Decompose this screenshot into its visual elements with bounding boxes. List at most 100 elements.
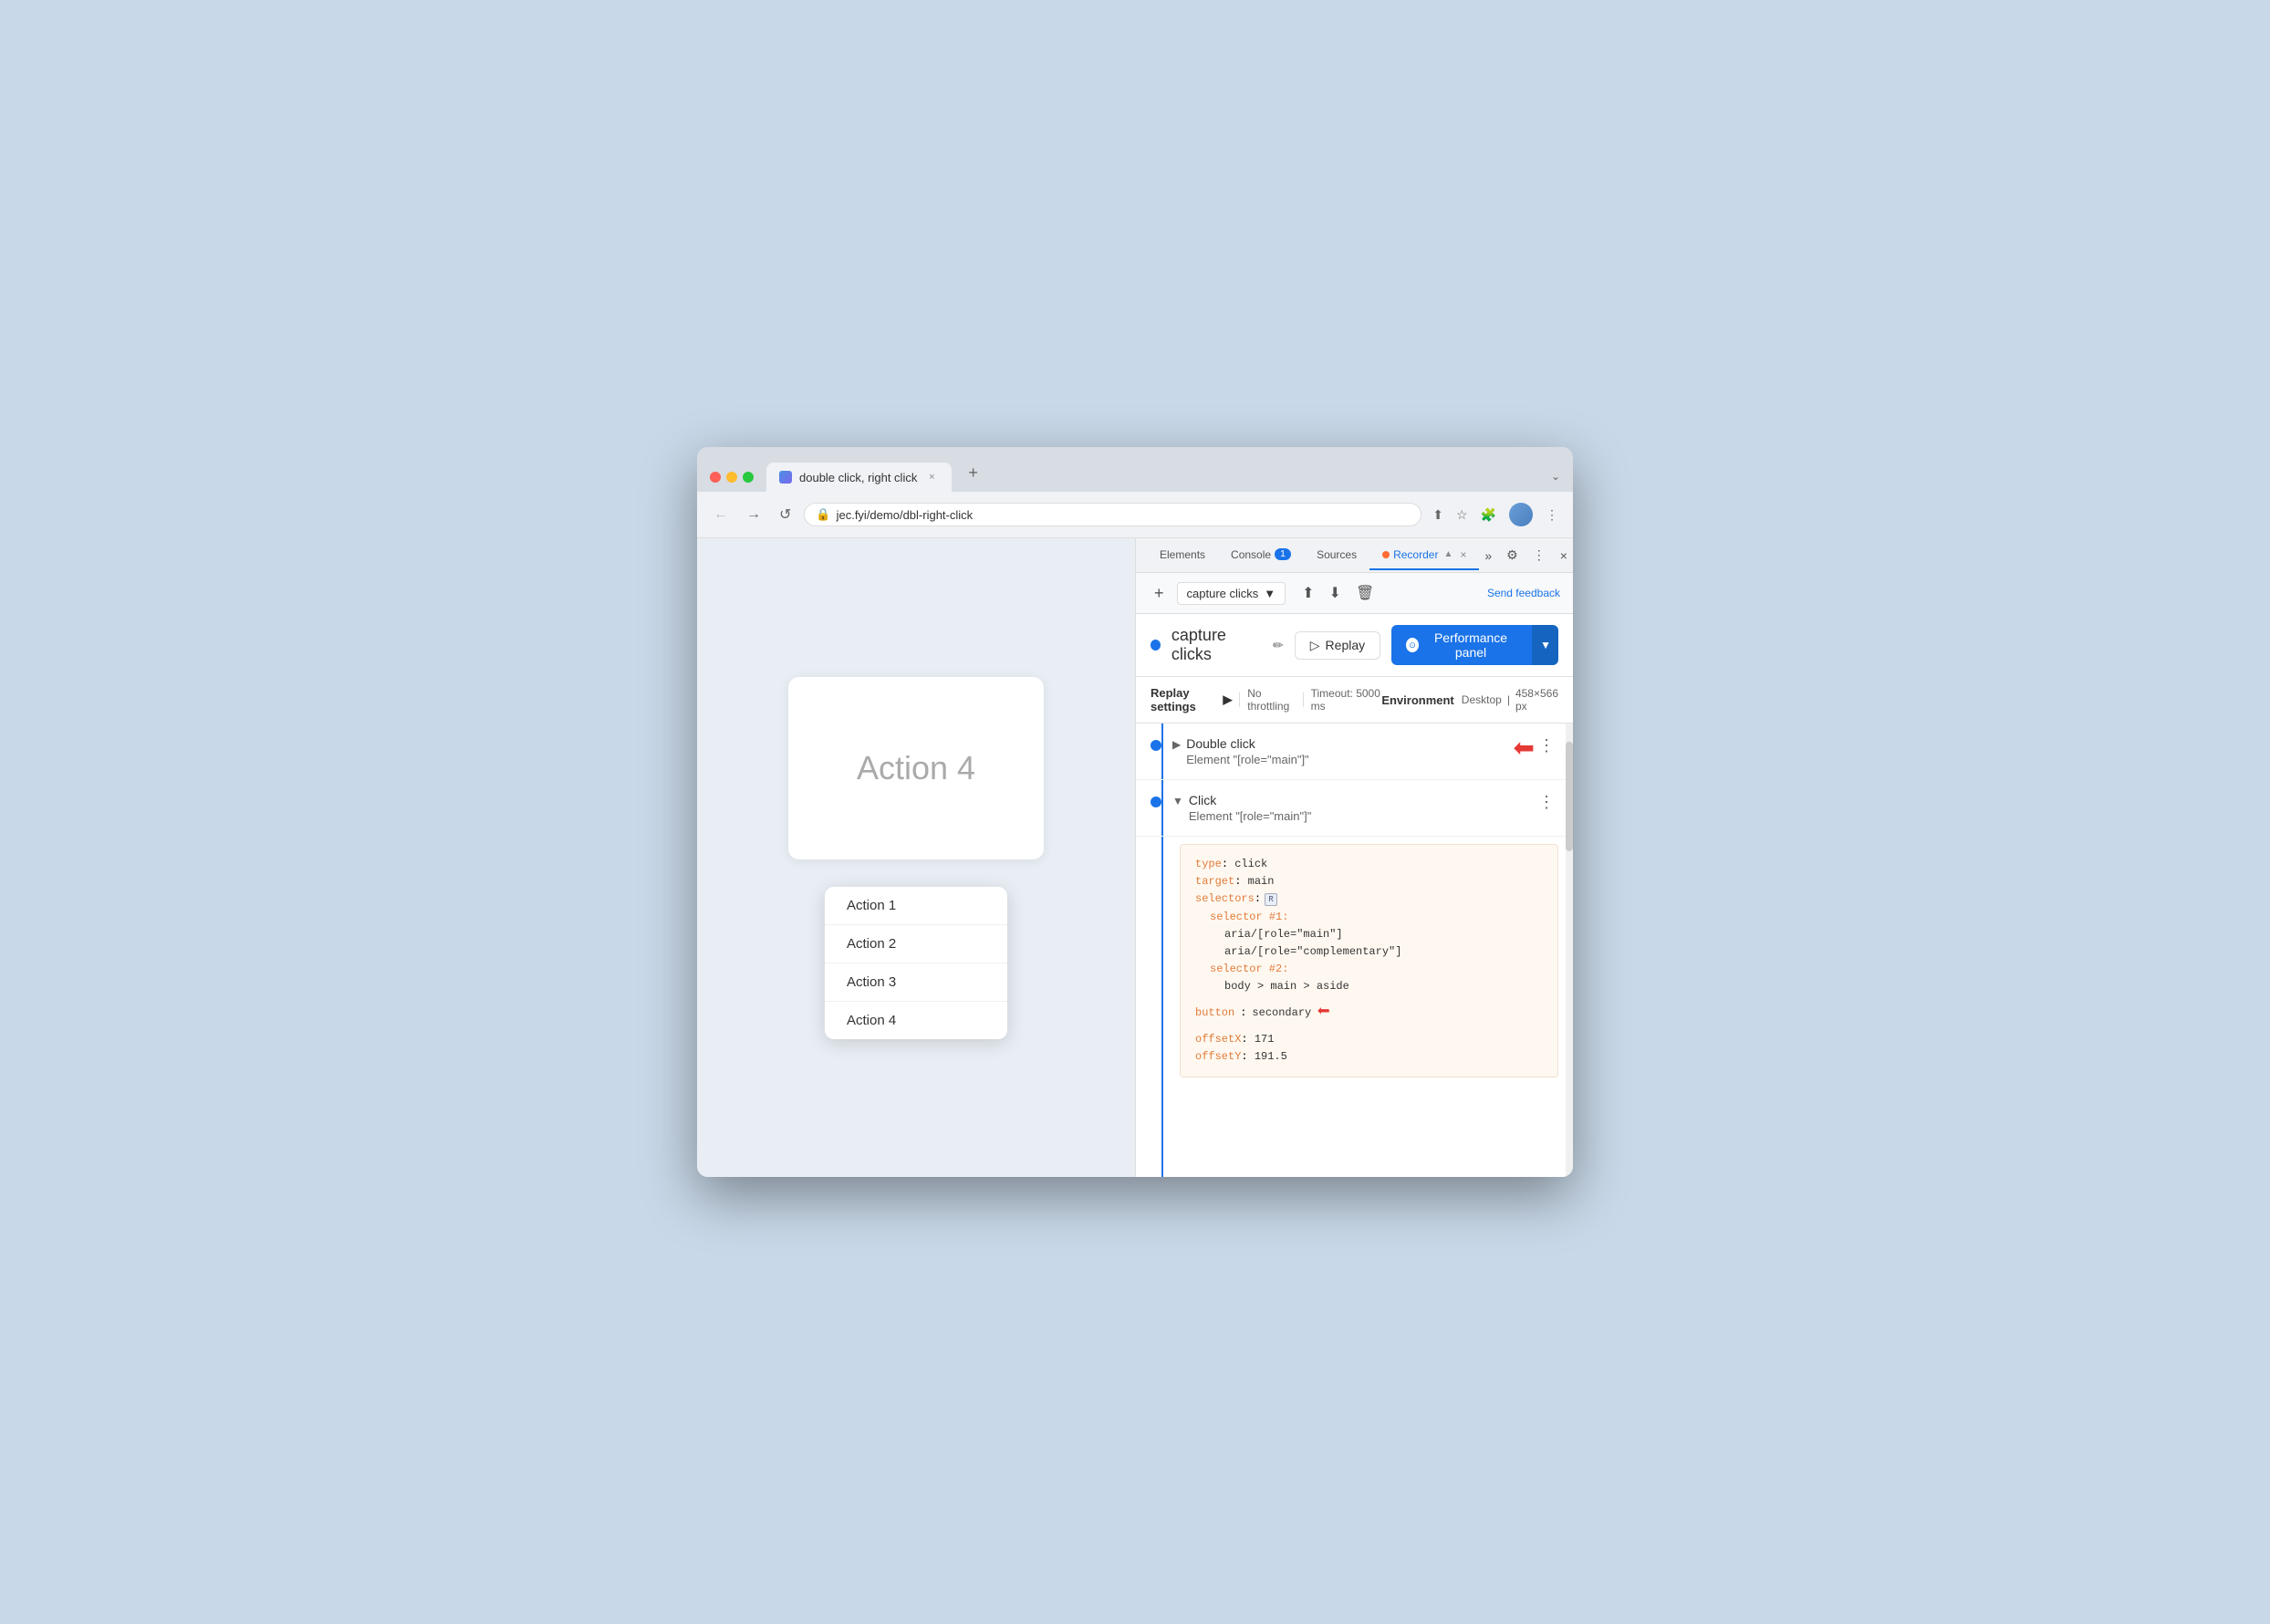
active-tab[interactable]: double click, right click × bbox=[766, 463, 952, 492]
desktop-value: Desktop bbox=[1462, 693, 1502, 706]
tab-close-button[interactable]: × bbox=[924, 470, 939, 484]
import-button[interactable]: ⬇ bbox=[1324, 580, 1347, 606]
timeout-value: Timeout: 5000 ms bbox=[1311, 687, 1382, 713]
devtools-panel: Elements Console 1 Sources Recorder ▲ × … bbox=[1135, 538, 1573, 1177]
minimize-traffic-light[interactable] bbox=[726, 472, 737, 483]
export-button[interactable]: ⬆ bbox=[1296, 580, 1319, 606]
environment-section: Environment Desktop | 458×566 px bbox=[1381, 687, 1558, 713]
console-badge: 1 bbox=[1275, 548, 1291, 560]
env-separator: | bbox=[1507, 693, 1510, 706]
step-title-2: Click bbox=[1189, 793, 1535, 807]
more-tabs-button[interactable]: » bbox=[1479, 545, 1497, 567]
code-type-value: click bbox=[1234, 858, 1267, 870]
tab-title: double click, right click bbox=[799, 471, 917, 484]
step-subtitle-2: Element "[role="main"]" bbox=[1189, 809, 1535, 823]
maximize-traffic-light[interactable] bbox=[743, 472, 754, 483]
select-dropdown-icon: ▼ bbox=[1264, 587, 1276, 600]
recorder-tab-icon: ▲ bbox=[1443, 549, 1453, 559]
settings-separator2 bbox=[1303, 692, 1304, 707]
recorder-close-icon[interactable]: × bbox=[1460, 548, 1466, 561]
scrollbar[interactable] bbox=[1566, 724, 1573, 1177]
performance-panel-button[interactable]: ⊙ Performance panel bbox=[1391, 625, 1532, 665]
traffic-lights bbox=[710, 472, 754, 492]
replay-play-icon: ▷ bbox=[1310, 638, 1320, 653]
add-recording-button[interactable]: + bbox=[1149, 582, 1170, 605]
step-more-2[interactable]: ⋮ bbox=[1535, 793, 1558, 812]
menu-button[interactable]: ⋮ bbox=[1542, 504, 1562, 526]
menu-item-action2[interactable]: Action 2 bbox=[825, 925, 1007, 963]
settings-separator bbox=[1239, 692, 1240, 707]
profile-button[interactable] bbox=[1505, 499, 1536, 530]
recording-indicator bbox=[1151, 640, 1161, 651]
code-aria1: aria/[role="main"] bbox=[1224, 928, 1343, 941]
menu-item-action1[interactable]: Action 1 bbox=[825, 887, 1007, 925]
webpage-content: Action 4 Action 1 Action 2 Action 3 Acti… bbox=[697, 650, 1135, 1067]
recording-name-text: capture clicks bbox=[1187, 587, 1259, 600]
code-block: type: click target: main selectors: R se… bbox=[1180, 844, 1558, 1077]
close-traffic-light[interactable] bbox=[710, 472, 721, 483]
webpage-area: Action 4 Action 1 Action 2 Action 3 Acti… bbox=[697, 538, 1135, 1177]
delete-button[interactable]: 🗑 bbox=[1350, 580, 1380, 606]
selector-recorder-icon: R bbox=[1265, 893, 1277, 906]
code-target-value: main bbox=[1248, 875, 1275, 888]
step-expand-icon-1[interactable]: ▶ bbox=[1172, 738, 1181, 751]
step-dot-2 bbox=[1151, 796, 1161, 807]
tab-console[interactable]: Console 1 bbox=[1218, 541, 1304, 570]
bookmark-button[interactable]: ☆ bbox=[1453, 504, 1472, 526]
menu-item-action4[interactable]: Action 4 bbox=[825, 1002, 1007, 1039]
code-button-key: button bbox=[1195, 1005, 1234, 1022]
devtools-tab-actions: » ⚙ ⋮ × bbox=[1479, 544, 1573, 567]
extensions-button[interactable]: 🧩 bbox=[1477, 504, 1500, 526]
step-expand-icon-2[interactable]: ▼ bbox=[1172, 795, 1183, 807]
devtools-settings-button[interactable]: ⚙ bbox=[1501, 544, 1524, 567]
send-feedback-link[interactable]: Send feedback bbox=[1487, 587, 1560, 599]
context-menu: Action 1 Action 2 Action 3 Action 4 bbox=[825, 887, 1007, 1039]
replay-button[interactable]: ▷ Replay bbox=[1295, 631, 1380, 660]
menu-item-action3[interactable]: Action 3 bbox=[825, 963, 1007, 1002]
replay-settings-title[interactable]: Replay settings ▶ bbox=[1151, 686, 1232, 713]
new-tab-button[interactable]: + bbox=[959, 456, 987, 492]
performance-panel-dropdown-button[interactable]: ▼ bbox=[1532, 625, 1558, 665]
devtools-close-button[interactable]: × bbox=[1555, 545, 1573, 567]
step-content-2: Click Element "[role="main"]" bbox=[1189, 793, 1535, 823]
red-arrow-2: ⬅ bbox=[1317, 996, 1329, 1031]
red-arrow-1: ⬅ bbox=[1514, 733, 1535, 763]
nav-actions: ⬆ ☆ 🧩 ⋮ bbox=[1429, 499, 1562, 530]
devtools-more-button[interactable]: ⋮ bbox=[1527, 544, 1551, 567]
step-content-1: Double click Element "[role="main"]" bbox=[1186, 736, 1505, 766]
code-selector1-key: selector #1: bbox=[1210, 911, 1288, 923]
replay-settings-bar: Replay settings ▶ No throttling Timeout:… bbox=[1136, 677, 1573, 724]
tab-sources[interactable]: Sources bbox=[1304, 541, 1369, 570]
browser-window: double click, right click × + ⌄ ← → ↺ 🔒 … bbox=[697, 447, 1573, 1177]
recorder-toolbar: + capture clicks ▼ ⬆ ⬇ 🗑 Send feedback bbox=[1136, 573, 1573, 614]
title-bar: double click, right click × + ⌄ bbox=[697, 447, 1573, 492]
step-title-1: Double click bbox=[1186, 736, 1505, 751]
reload-button[interactable]: ↺ bbox=[774, 502, 797, 527]
navigation-bar: ← → ↺ 🔒 jec.fyi/demo/dbl-right-click ⬆ ☆… bbox=[697, 492, 1573, 538]
step-more-1[interactable]: ⋮ bbox=[1535, 736, 1558, 755]
address-bar[interactable]: 🔒 jec.fyi/demo/dbl-right-click bbox=[804, 503, 1421, 526]
recording-title: capture clicks bbox=[1171, 626, 1262, 664]
code-offsetx-value: 171 bbox=[1255, 1033, 1275, 1046]
recorder-export-buttons: ⬆ ⬇ 🗑 bbox=[1296, 580, 1380, 606]
tab-chevron-icon[interactable]: ⌄ bbox=[1551, 470, 1560, 492]
step-click[interactable]: ▼ Click Element "[role="main"]" ⋮ bbox=[1136, 780, 1573, 837]
step-double-click[interactable]: ▶ Double click Element "[role="main"]" ⬅… bbox=[1136, 724, 1573, 780]
back-button[interactable]: ← bbox=[708, 503, 734, 526]
edit-title-icon[interactable]: ✏ bbox=[1273, 638, 1284, 653]
code-type-key: type bbox=[1195, 858, 1222, 870]
environment-label: Environment bbox=[1381, 693, 1453, 707]
recorder-header: capture clicks ✏ ▷ Replay ⊙ Performance … bbox=[1136, 614, 1573, 677]
share-button[interactable]: ⬆ bbox=[1429, 504, 1447, 526]
performance-panel-group: ⊙ Performance panel ▼ bbox=[1391, 625, 1558, 665]
step-subtitle-1: Element "[role="main"]" bbox=[1186, 753, 1505, 766]
code-selector2-key: selector #2: bbox=[1210, 963, 1288, 975]
scrollbar-thumb bbox=[1566, 742, 1573, 851]
code-selectors-key: selectors bbox=[1195, 890, 1255, 908]
code-body-selector: body > main > aside bbox=[1224, 980, 1349, 993]
tab-elements[interactable]: Elements bbox=[1147, 541, 1218, 570]
tab-favicon bbox=[779, 471, 792, 484]
forward-button[interactable]: → bbox=[741, 503, 766, 526]
tab-recorder[interactable]: Recorder ▲ × bbox=[1369, 541, 1479, 570]
recording-select[interactable]: capture clicks ▼ bbox=[1177, 582, 1286, 605]
